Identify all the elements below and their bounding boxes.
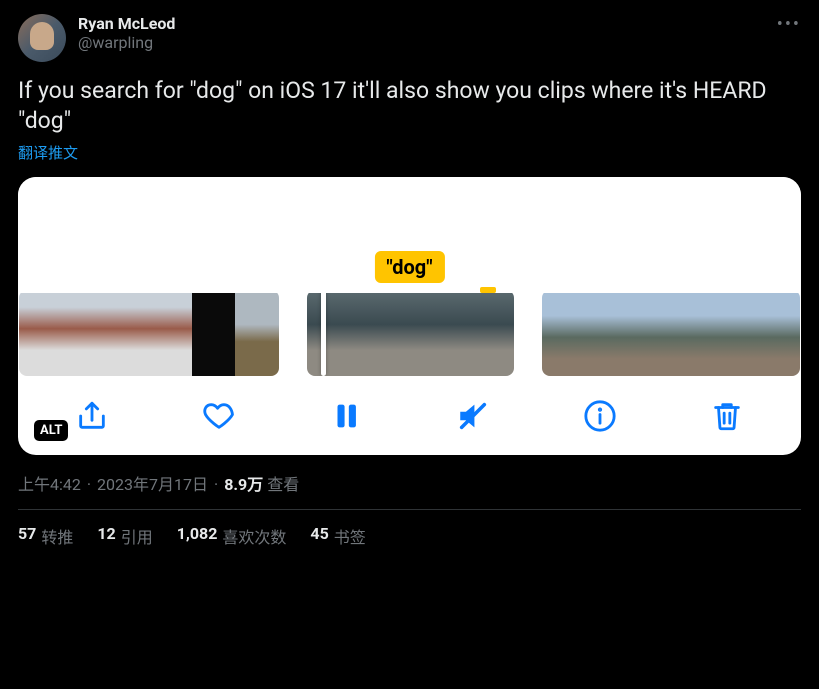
retweets-label: 转推 [41,524,73,548]
media-card: "dog" [18,177,801,455]
video-filmstrip[interactable] [18,293,801,381]
views-count: 8.9万 [224,471,263,495]
media-label-row: "dog" [18,249,801,293]
retweets-stat[interactable]: 57 转推 [18,524,73,548]
clip-frame [376,293,445,376]
meta-separator: · [87,475,91,494]
clip-frame [714,293,757,376]
tweet-time[interactable]: 上午4:42 [18,471,81,495]
clip-frame [307,293,376,376]
clip-frame [671,293,714,376]
meta-separator: · [214,475,218,494]
tweet-text: If you search for "dog" on iOS 17 it'll … [18,76,801,136]
clip-frame [19,293,62,376]
clip-frame [757,293,800,376]
playhead-indicator[interactable] [321,293,326,376]
divider [18,509,801,510]
share-icon[interactable] [75,399,109,433]
bookmarks-count: 45 [310,524,328,548]
clip-frame [106,293,149,376]
clip-frame [62,293,105,376]
stats-row: 57 转推 12 引用 1,082 喜欢次数 45 书签 [18,524,801,548]
media-blank-area [18,177,801,249]
pause-icon[interactable] [329,399,363,433]
translate-link[interactable]: 翻译推文 [18,142,78,163]
likes-count: 1,082 [177,524,218,548]
trash-icon[interactable] [710,399,744,433]
avatar[interactable] [18,14,66,62]
tweet-meta: 上午4:42 · 2023年7月17日 · 8.9万 查看 [18,471,801,495]
clip-group-3[interactable] [542,293,800,376]
handle[interactable]: @warpling [78,33,175,52]
more-icon[interactable]: ••• [777,14,801,35]
clip-frame [235,293,278,376]
tweet-date[interactable]: 2023年7月17日 [97,471,208,495]
clip-frame [149,293,192,376]
views-label: 查看 [267,471,299,495]
heart-icon[interactable] [202,399,236,433]
quotes-count: 12 [97,524,115,548]
mute-icon[interactable] [456,399,490,433]
clip-group-1[interactable] [19,293,279,376]
info-icon[interactable] [583,399,617,433]
tweet-container: Ryan McLeod @warpling ••• If you search … [0,0,819,548]
likes-label: 喜欢次数 [222,524,286,548]
search-term-badge: "dog" [374,251,444,283]
likes-stat[interactable]: 1,082 喜欢次数 [177,524,287,548]
clip-frame [585,293,628,376]
clip-frame [542,293,585,376]
retweets-count: 57 [18,524,36,548]
media-toolbar [18,381,801,443]
display-name[interactable]: Ryan McLeod [78,14,175,33]
alt-badge[interactable]: ALT [34,420,68,441]
bookmarks-stat[interactable]: 45 书签 [310,524,365,548]
author-block: Ryan McLeod @warpling [78,14,175,52]
tweet-header: Ryan McLeod @warpling ••• [18,14,801,62]
quotes-stat[interactable]: 12 引用 [97,524,152,548]
quotes-label: 引用 [121,524,153,548]
bookmarks-label: 书签 [334,524,366,548]
clip-frame [628,293,671,376]
clip-frame [445,293,514,376]
clip-group-2[interactable] [307,293,515,376]
clip-frame [192,293,235,376]
